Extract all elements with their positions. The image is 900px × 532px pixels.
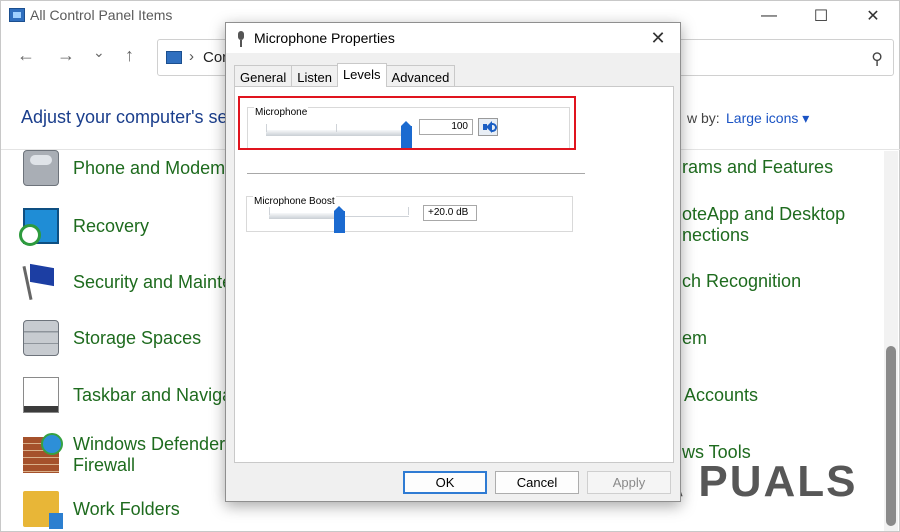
tab-advanced[interactable]: Advanced	[385, 65, 456, 87]
slider-thumb[interactable]	[334, 206, 345, 233]
microphone-boost-slider[interactable]	[269, 206, 409, 233]
dialog-titlebar: Microphone Properties ✕	[226, 23, 680, 53]
item-storage-spaces[interactable]: Storage Spaces	[23, 320, 201, 356]
control-panel-address-icon	[166, 51, 182, 64]
microphone-boost-value[interactable]: +20.0 dB	[423, 205, 477, 221]
microphone-boost-label: Microphone Boost	[253, 196, 336, 207]
close-button[interactable]: ✕	[850, 3, 896, 29]
firewall-icon	[23, 433, 63, 473]
levels-panel: Microphone 100 Microphone Boost +20.0 dB	[234, 86, 674, 463]
appuals-watermark: A PUALS	[652, 457, 858, 506]
item-recovery[interactable]: Recovery	[19, 208, 150, 246]
item-label: Windows Defender Firewall	[73, 434, 226, 475]
work-folders-icon	[23, 491, 63, 529]
item-label: Recovery	[73, 215, 150, 236]
security-flag-icon	[23, 264, 59, 300]
view-by-label: w by:	[687, 110, 720, 126]
control-panel-icon	[9, 8, 25, 22]
item-phone-and-modem[interactable]: Phone and Modem	[23, 150, 225, 186]
item-taskbar-and-navigation[interactable]: Taskbar and Naviga	[23, 377, 232, 413]
tab-general[interactable]: General	[234, 65, 293, 87]
slider-tick	[408, 207, 409, 215]
search-icon[interactable]: ⚲	[871, 49, 883, 69]
slider-fill	[269, 213, 339, 219]
recent-locations-chevron-icon[interactable]: ⌄	[93, 44, 105, 61]
forward-arrow-icon[interactable]: →	[57, 45, 75, 66]
item-label: Taskbar and Naviga	[73, 384, 233, 405]
highlight-box	[238, 96, 576, 150]
page-heading: Adjust your computer's se	[21, 107, 228, 127]
apply-button[interactable]: Apply	[587, 471, 671, 494]
item-speech-recognition[interactable]: ch Recognition	[682, 271, 801, 292]
microphone-icon	[237, 31, 245, 47]
scrollbar-thumb[interactable]	[886, 346, 896, 526]
item-label: Security and Mainte	[73, 271, 233, 292]
scrollbar[interactable]	[884, 151, 898, 531]
phone-modem-icon	[23, 150, 59, 186]
storage-spaces-icon	[23, 320, 59, 356]
breadcrumb-separator-icon[interactable]: ›	[189, 48, 194, 65]
window-title: All Control Panel Items	[30, 7, 173, 23]
back-arrow-icon[interactable]: ←	[17, 45, 35, 66]
tab-levels[interactable]: Levels	[336, 63, 387, 87]
item-security-and-maintenance[interactable]: Security and Mainte	[23, 264, 232, 300]
tab-listen[interactable]: Listen	[291, 65, 338, 87]
item-work-folders[interactable]: Work Folders	[23, 491, 180, 529]
ok-button[interactable]: OK	[403, 471, 487, 494]
item-user-accounts[interactable]: Accounts	[684, 385, 758, 406]
taskbar-icon	[23, 377, 59, 413]
cancel-button[interactable]: Cancel	[495, 471, 579, 494]
microphone-properties-dialog: Microphone Properties ✕ General Listen L…	[225, 22, 681, 502]
slider-tick	[269, 207, 270, 215]
item-label: Storage Spaces	[73, 327, 202, 348]
maximize-button[interactable]: ☐	[798, 3, 844, 29]
minimize-button[interactable]: —	[746, 3, 792, 29]
item-system[interactable]: em	[682, 328, 707, 349]
microphone-boost-group: Microphone Boost +20.0 dB	[246, 196, 573, 233]
view-by-dropdown[interactable]: Large icons ▾	[726, 110, 809, 127]
item-label: Work Folders	[73, 498, 180, 519]
item-programs-and-features[interactable]: rams and Features	[682, 157, 833, 178]
dialog-title: Microphone Properties	[254, 30, 395, 46]
recovery-icon	[19, 208, 59, 246]
dialog-close-button[interactable]: ✕	[646, 28, 670, 49]
up-arrow-icon[interactable]: ↑	[125, 45, 134, 66]
section-divider	[247, 173, 585, 174]
item-label: Phone and Modem	[73, 157, 226, 178]
item-remoteapp-connections[interactable]: oteApp and Desktop nections	[682, 204, 845, 246]
dialog-tabs: General Listen Levels Advanced	[234, 63, 456, 87]
item-windows-defender-firewall[interactable]: Windows Defender Firewall	[23, 433, 226, 476]
